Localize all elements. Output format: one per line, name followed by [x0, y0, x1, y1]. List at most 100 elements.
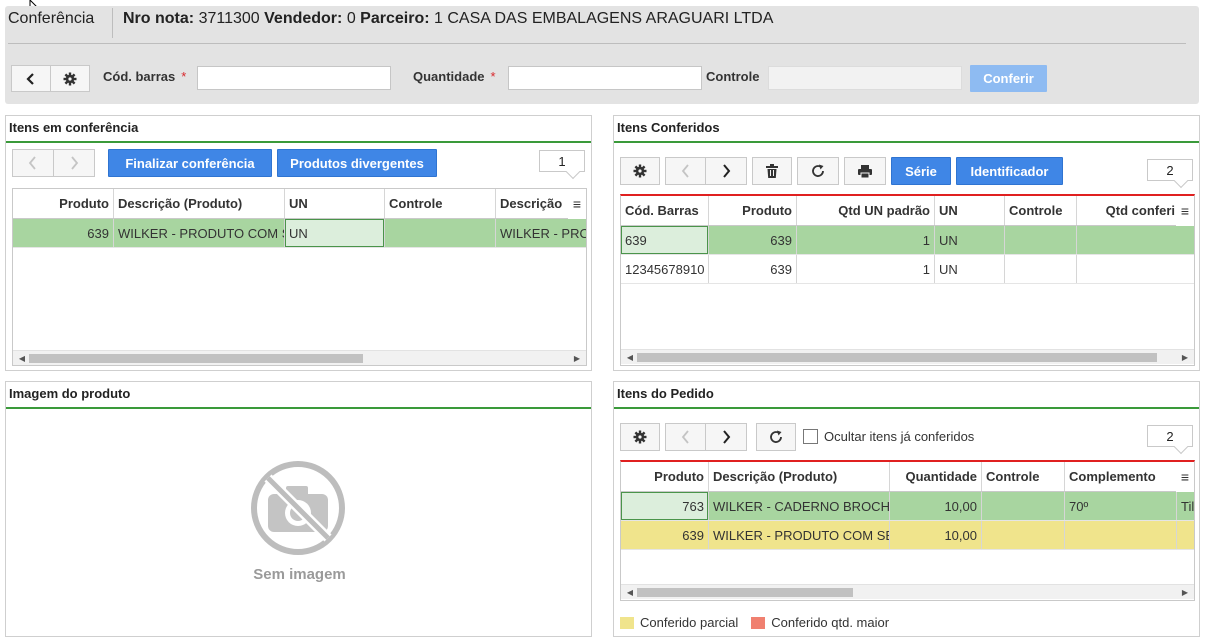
legend-swatch-maior	[751, 616, 766, 629]
column-header-descricao-produto[interactable]: Descrição (Produto)	[709, 462, 890, 491]
settings-button[interactable]	[620, 157, 660, 185]
cell-complemento[interactable]	[1065, 521, 1177, 549]
nro-nota-value: 3711300	[198, 10, 260, 27]
cell-produto[interactable]: 639	[13, 219, 114, 247]
scroll-right-icon[interactable]: ▶	[1178, 585, 1192, 600]
vendedor-value: 0	[346, 10, 356, 27]
cod-barras-input[interactable]	[197, 66, 391, 90]
scroll-left-icon[interactable]: ◀	[623, 350, 637, 365]
cell-qtd-conferida[interactable]	[1077, 255, 1194, 283]
column-header-quantidade[interactable]: Quantidade	[890, 462, 982, 491]
scroll-left-icon[interactable]: ◀	[623, 585, 637, 600]
cell-controle[interactable]	[385, 219, 496, 247]
column-header-un[interactable]: UN	[935, 196, 1005, 225]
table-row[interactable]: 639 639 1 UN	[621, 226, 1194, 255]
itens-pedido-panel: Itens do Pedido Ocultar itens já conferi…	[613, 381, 1200, 637]
grid-header: Produto Descrição (Produto) UN Controle …	[13, 189, 586, 219]
refresh-button[interactable]	[756, 423, 796, 451]
identificador-button[interactable]: Identificador	[956, 157, 1063, 185]
column-header-controle[interactable]: Controle	[1005, 196, 1077, 225]
prev-page-button[interactable]	[666, 424, 706, 450]
column-header-descricao-produto[interactable]: Descrição (Produto)	[114, 189, 285, 218]
cell-descricao[interactable]: WILKER - PRO	[496, 219, 586, 247]
next-page-button[interactable]	[706, 158, 746, 184]
scrollbar-thumb[interactable]	[637, 588, 853, 597]
cell-un[interactable]: UN	[935, 226, 1005, 254]
column-header-produto[interactable]: Produto	[621, 462, 709, 491]
cell-qtd-un-padrao[interactable]: 1	[797, 255, 935, 283]
horizontal-scrollbar[interactable]: ◀ ▶	[13, 350, 586, 365]
column-header-produto[interactable]: Produto	[709, 196, 797, 225]
conferir-button[interactable]: Conferir	[970, 65, 1047, 92]
column-header-cod-barras[interactable]: Cód. Barras	[621, 196, 709, 225]
cell-un[interactable]: UN	[285, 219, 385, 247]
column-menu-icon[interactable]: ≡	[1176, 196, 1194, 226]
cell-controle[interactable]	[982, 521, 1065, 549]
cell-descricao-produto[interactable]: WILKER - CADERNO BROCHURA	[709, 492, 890, 520]
column-header-un[interactable]: UN	[285, 189, 385, 218]
cell-extra[interactable]	[1177, 521, 1194, 549]
ocultar-checkbox[interactable]	[803, 429, 818, 444]
scrollbar-thumb[interactable]	[637, 353, 1157, 362]
cell-descricao-produto[interactable]: WILKER - PRODUTO COM SE	[709, 521, 890, 549]
ocultar-label[interactable]: Ocultar itens já conferidos	[824, 429, 974, 444]
cell-complemento[interactable]: 70º	[1065, 492, 1177, 520]
horizontal-scrollbar[interactable]: ◀ ▶	[621, 349, 1194, 364]
table-row[interactable]: 639 WILKER - PRODUTO COM SE UN WILKER - …	[13, 219, 586, 248]
prev-page-button[interactable]	[666, 158, 706, 184]
cell-controle[interactable]	[1005, 255, 1077, 283]
column-menu-icon[interactable]: ≡	[1176, 462, 1194, 492]
delete-button[interactable]	[752, 157, 792, 185]
chevron-left-icon	[681, 430, 689, 444]
table-row[interactable]: 12345678910 639 1 UN	[621, 255, 1194, 284]
column-header-produto[interactable]: Produto	[13, 189, 114, 218]
cell-cod-barras[interactable]: 12345678910	[621, 255, 709, 283]
cell-produto[interactable]: 639	[709, 226, 797, 254]
printer-icon	[858, 164, 872, 178]
cell-quantidade[interactable]: 10,00	[890, 492, 982, 520]
table-row[interactable]: 639 WILKER - PRODUTO COM SE 10,00	[621, 521, 1194, 550]
panel-title: Itens Conferidos	[617, 120, 720, 135]
table-row[interactable]: 763 WILKER - CADERNO BROCHURA 10,00 70º …	[621, 492, 1194, 521]
cell-qtd-un-padrao[interactable]: 1	[797, 226, 935, 254]
settings-button[interactable]	[51, 66, 89, 91]
quantidade-input[interactable]	[508, 66, 702, 90]
cell-controle[interactable]	[1005, 226, 1077, 254]
cell-produto[interactable]: 763	[621, 492, 709, 520]
refresh-button[interactable]	[797, 157, 839, 185]
scroll-right-icon[interactable]: ▶	[1178, 350, 1192, 365]
page-indicator: 2	[1147, 425, 1193, 447]
vendedor-label: Vendedor:	[264, 10, 343, 27]
column-header-qtd-un-padrao[interactable]: Qtd UN padrão	[797, 196, 935, 225]
cell-descricao-produto[interactable]: WILKER - PRODUTO COM SE	[114, 219, 285, 247]
cell-produto[interactable]: 639	[709, 255, 797, 283]
cell-qtd-conferida[interactable]	[1077, 226, 1194, 254]
produtos-divergentes-button[interactable]: Produtos divergentes	[277, 149, 437, 177]
print-button[interactable]	[844, 157, 886, 185]
cell-cod-barras[interactable]: 639	[621, 226, 709, 254]
cell-quantidade[interactable]: 10,00	[890, 521, 982, 549]
quantidade-label: Quantidade *	[413, 69, 496, 84]
cell-un[interactable]: UN	[935, 255, 1005, 283]
next-page-button[interactable]	[706, 424, 746, 450]
column-header-complemento[interactable]: Complemento	[1065, 462, 1177, 491]
column-menu-icon[interactable]: ≡	[568, 189, 586, 219]
scroll-left-icon[interactable]: ◀	[15, 351, 29, 365]
parceiro-label: Parceiro:	[360, 10, 430, 27]
serie-button[interactable]: Série	[891, 157, 951, 185]
cell-produto[interactable]: 639	[621, 521, 709, 549]
column-header-controle[interactable]: Controle	[385, 189, 496, 218]
cell-extra[interactable]: Til	[1177, 492, 1194, 520]
scrollbar-thumb[interactable]	[29, 354, 363, 363]
back-button[interactable]	[12, 66, 51, 91]
next-page-button[interactable]	[54, 150, 95, 176]
prev-page-button[interactable]	[13, 150, 54, 176]
finalizar-conferencia-button[interactable]: Finalizar conferência	[108, 149, 272, 177]
scroll-right-icon[interactable]: ▶	[570, 351, 584, 365]
settings-button[interactable]	[620, 423, 660, 451]
header-rule	[8, 43, 1186, 44]
controle-input[interactable]	[768, 66, 962, 90]
cell-controle[interactable]	[982, 492, 1065, 520]
horizontal-scrollbar[interactable]: ◀ ▶	[621, 584, 1194, 599]
column-header-controle[interactable]: Controle	[982, 462, 1065, 491]
